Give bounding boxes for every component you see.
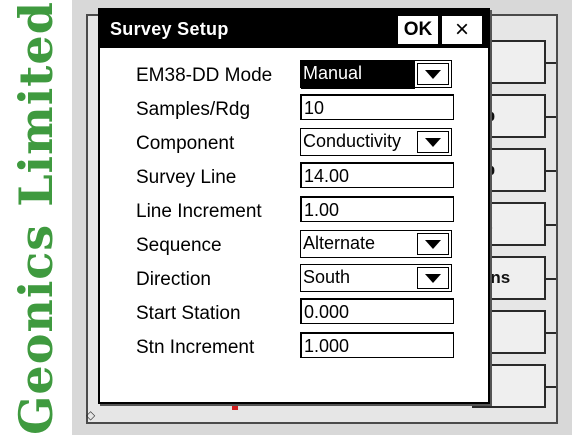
em38-mode-label: EM38-DD Mode xyxy=(136,65,273,86)
background-tick xyxy=(546,170,556,172)
survey-setup-dialog: Survey Setup OK × EM38-DD Mode Manual Sa… xyxy=(98,8,490,404)
survey-line-label: Survey Line xyxy=(136,167,237,188)
component-select[interactable]: Conductivity xyxy=(300,128,452,156)
row-survey-line: Survey Line 14.00 xyxy=(100,160,488,194)
dialog-titlebar: Survey Setup OK × xyxy=(100,10,488,48)
stn-increment-label: Stn Increment xyxy=(136,337,255,358)
survey-line-input[interactable]: 14.00 xyxy=(300,162,454,188)
background-tick xyxy=(546,224,556,226)
row-line-increment: Line Increment 1.00 xyxy=(100,194,488,228)
em38-mode-value: Manual xyxy=(301,61,415,89)
chevron-down-icon[interactable] xyxy=(417,233,449,255)
samples-label: Samples/Rdg xyxy=(136,99,251,120)
direction-value: South xyxy=(303,267,351,287)
row-samples: Samples/Rdg 10 xyxy=(100,92,488,126)
resize-handle-icon: ◇ xyxy=(86,408,96,422)
line-increment-input[interactable]: 1.00 xyxy=(300,196,454,222)
dialog-title: Survey Setup xyxy=(110,19,229,39)
ok-button[interactable]: OK xyxy=(398,16,438,44)
background-tick xyxy=(546,62,556,64)
background-tick xyxy=(546,278,556,280)
row-start-station: Start Station 0.000 xyxy=(100,296,488,330)
sequence-label: Sequence xyxy=(136,235,222,256)
sequence-value: Alternate xyxy=(303,233,376,253)
row-component: Component Conductivity xyxy=(100,126,488,160)
component-label: Component xyxy=(136,133,235,154)
start-station-input[interactable]: 0.000 xyxy=(300,298,454,324)
row-stn-increment: Stn Increment 1.000 xyxy=(100,330,488,364)
row-direction: Direction South xyxy=(100,262,488,296)
chevron-down-icon[interactable] xyxy=(417,131,449,153)
line-increment-label: Line Increment xyxy=(136,201,262,222)
close-button[interactable]: × xyxy=(442,16,482,44)
component-value: Conductivity xyxy=(303,131,402,151)
sequence-select[interactable]: Alternate xyxy=(300,230,452,258)
row-em38-mode: EM38-DD Mode Manual xyxy=(100,58,488,92)
stn-increment-input[interactable]: 1.000 xyxy=(300,332,454,358)
chevron-down-icon[interactable] xyxy=(417,63,449,85)
em38-mode-select[interactable]: Manual xyxy=(300,60,452,89)
direction-select[interactable]: South xyxy=(300,264,452,292)
start-station-label: Start Station xyxy=(136,303,241,324)
brand-logo-text: Geonics Limited xyxy=(9,1,63,435)
background-tick xyxy=(546,386,556,388)
background-tick xyxy=(546,332,556,334)
direction-label: Direction xyxy=(136,269,211,290)
brand-strip: Geonics Limited xyxy=(0,0,74,435)
chevron-down-icon[interactable] xyxy=(417,267,449,289)
row-sequence: Sequence Alternate xyxy=(100,228,488,262)
samples-input[interactable]: 10 xyxy=(300,94,454,120)
background-tick xyxy=(546,116,556,118)
